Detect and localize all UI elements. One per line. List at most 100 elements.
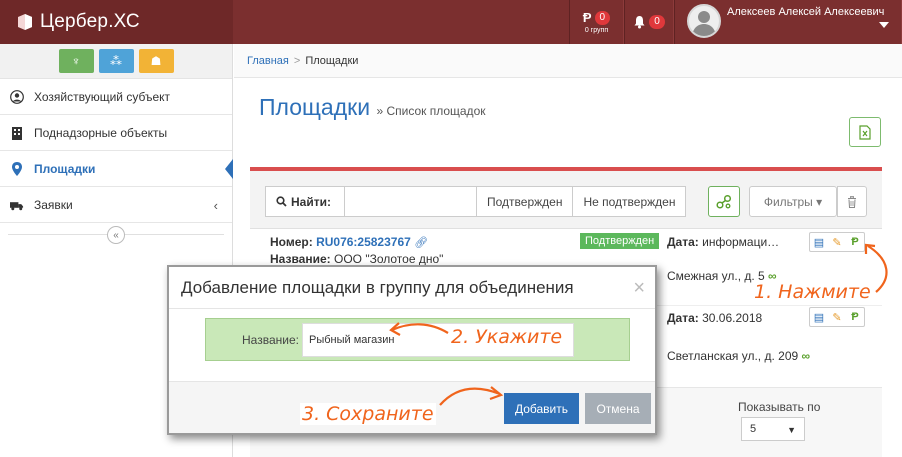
search-group: Найти: Подтвержден Не подтвержден [265, 186, 687, 217]
site-date: Дата: информаци… [667, 235, 779, 249]
notifications-button[interactable]: 0 [624, 0, 674, 44]
dialog-title: Добавление площадки в группу для объедин… [181, 277, 574, 297]
status-badge: Подтвержден [580, 233, 660, 249]
chevron-left-icon[interactable]: ‹ [214, 198, 218, 213]
export-excel-button[interactable] [849, 117, 881, 147]
app-title: Цербер.ХС [40, 11, 140, 32]
annotation-step1: 1. Нажмите [752, 281, 873, 303]
sidebar-item-label: Поднадзорные объекты [34, 125, 168, 140]
bell-icon [634, 16, 645, 29]
site-number-link[interactable]: RU076:25823767 [316, 235, 411, 249]
sidebar-item-requests[interactable]: Заявки ‹ [0, 187, 232, 223]
site-name: Название: ООО "Золотое дно" [270, 252, 443, 266]
row-actions: ▤ ✎ Ᵽ [809, 307, 865, 327]
site-date-value: информаци… [702, 235, 780, 249]
annotation-step2: 2. Укажите [449, 326, 565, 348]
link-nodes-icon [716, 194, 732, 209]
breadcrumb-current: Площадки [305, 54, 359, 67]
search-input[interactable] [345, 187, 476, 216]
name-field-group: Название: [205, 318, 630, 361]
breadcrumb-home-link[interactable]: Главная [247, 55, 289, 67]
merge-group-button[interactable] [708, 186, 740, 217]
site-address-value: Светланская ул., д. 209 [667, 349, 799, 363]
site-date-label: Дата: [667, 311, 699, 325]
site-name-label: Название: [270, 252, 331, 266]
search-label: Найти: [266, 187, 345, 216]
edit-icon[interactable]: ✎ [828, 308, 846, 326]
page-title: Площадки » Список площадок [259, 94, 486, 121]
site-number: Номер: RU076:25823767 🔗︎ [270, 235, 428, 249]
quick-button-3[interactable]: ☗ [138, 49, 174, 73]
sidebar-item-objects[interactable]: Поднадзорные объекты [0, 115, 232, 151]
user-name: Алексеев Алексей Алексеевич [727, 6, 885, 18]
site-name-value: ООО "Золотое дно" [333, 252, 444, 266]
quick-button-1[interactable]: ♆ [58, 49, 94, 73]
logo-icon [18, 14, 32, 30]
people-icon: ☗ [150, 54, 162, 68]
sidebar-item-entity[interactable]: Хозяйствующий субъект [0, 79, 232, 115]
person-circle-icon [10, 89, 24, 104]
quick-button-2[interactable]: ⁂ [98, 49, 134, 73]
sidebar-item-label: Площадки [34, 161, 96, 176]
group-merge-icon[interactable]: Ᵽ [846, 233, 864, 251]
site-date-label: Дата: [667, 235, 699, 249]
excel-icon [859, 124, 871, 140]
sidebar-item-label: Хозяйствующий субъект [34, 89, 170, 104]
group-merge-icon: Ᵽ [582, 10, 592, 25]
groups-button[interactable]: Ᵽ 0 0 групп [569, 0, 624, 44]
groups-label: 0 групп [584, 27, 609, 34]
sidebar-quick-buttons: ♆ ⁂ ☗ [0, 44, 232, 79]
cancel-button[interactable]: Отмена [585, 393, 651, 424]
filters-dropdown[interactable]: Фильтры ▾ [749, 186, 837, 217]
building-icon [10, 126, 24, 140]
chevron-down-icon: ▼ [787, 425, 796, 435]
filter-confirmed-button[interactable]: Подтвержден [476, 187, 573, 216]
dialog-header: Добавление площадки в группу для объедин… [169, 267, 655, 309]
collapse-sidebar-button[interactable]: « [107, 226, 125, 244]
brand[interactable]: Цербер.ХС [0, 0, 233, 44]
breadcrumb-separator: > [293, 54, 301, 67]
search-label-text: Найти: [291, 194, 331, 209]
close-icon[interactable]: × [633, 277, 645, 300]
filter-toolbar: Найти: Подтвержден Не подтвержден Фильтр… [250, 171, 882, 229]
card-view-icon[interactable]: ▤ [810, 308, 828, 326]
page-size-value: 5 [750, 423, 757, 435]
map-pin-icon [10, 161, 24, 176]
chain-link-icon[interactable]: 🔗︎ [414, 237, 428, 249]
site-date-value: 30.06.2018 [702, 311, 763, 325]
truck-icon [10, 198, 24, 212]
sidebar-collapse: « [0, 223, 232, 247]
site-address: Светланская ул., д. 209 ∞ [667, 349, 810, 363]
card-view-icon[interactable]: ▤ [810, 233, 828, 251]
clear-filters-button[interactable] [837, 186, 867, 217]
caret-down-icon [879, 22, 889, 28]
group-merge-icon[interactable]: Ᵽ [846, 308, 864, 326]
site-number-label: Номер: [270, 235, 313, 249]
user-silhouette-icon [692, 11, 716, 36]
page-subtitle: » Список площадок [376, 104, 486, 118]
sidebar-item-label: Заявки [34, 197, 73, 212]
page-size-label: Показывать по [738, 400, 821, 414]
dialog-body: Название: [169, 309, 655, 381]
top-bar: Цербер.ХС Ᵽ 0 0 групп 0 Алексеев Алексей… [0, 0, 902, 44]
name-field-label: Название: [242, 333, 299, 347]
groups-count-badge: 0 [594, 10, 611, 25]
add-button[interactable]: Добавить [504, 393, 579, 424]
site-date: Дата: 30.06.2018 [667, 311, 762, 325]
user-menu[interactable]: Алексеев Алексей Алексеевич [674, 0, 902, 44]
map-link-icon[interactable]: ∞ [802, 349, 811, 363]
page-title-text: Площадки [259, 94, 371, 120]
notifications-count-badge: 0 [649, 15, 665, 29]
avatar [687, 4, 721, 38]
cluster-icon: ⁂ [110, 54, 122, 68]
site-address-value: Смежная ул., д. 5 [667, 269, 765, 283]
breadcrumb: Главная > Площадки [234, 44, 902, 78]
search-icon [276, 196, 287, 207]
sidebar-item-sites[interactable]: Площадки [0, 151, 233, 187]
edit-icon[interactable]: ✎ [828, 233, 846, 251]
annotation-step3: 3. Сохраните [300, 403, 436, 425]
row-actions: ▤ ✎ Ᵽ [809, 232, 865, 252]
page-size-select[interactable]: 5 ▼ [741, 417, 805, 441]
trash-icon [848, 195, 856, 208]
filter-unconfirmed-button[interactable]: Не подтвержден [572, 187, 686, 216]
